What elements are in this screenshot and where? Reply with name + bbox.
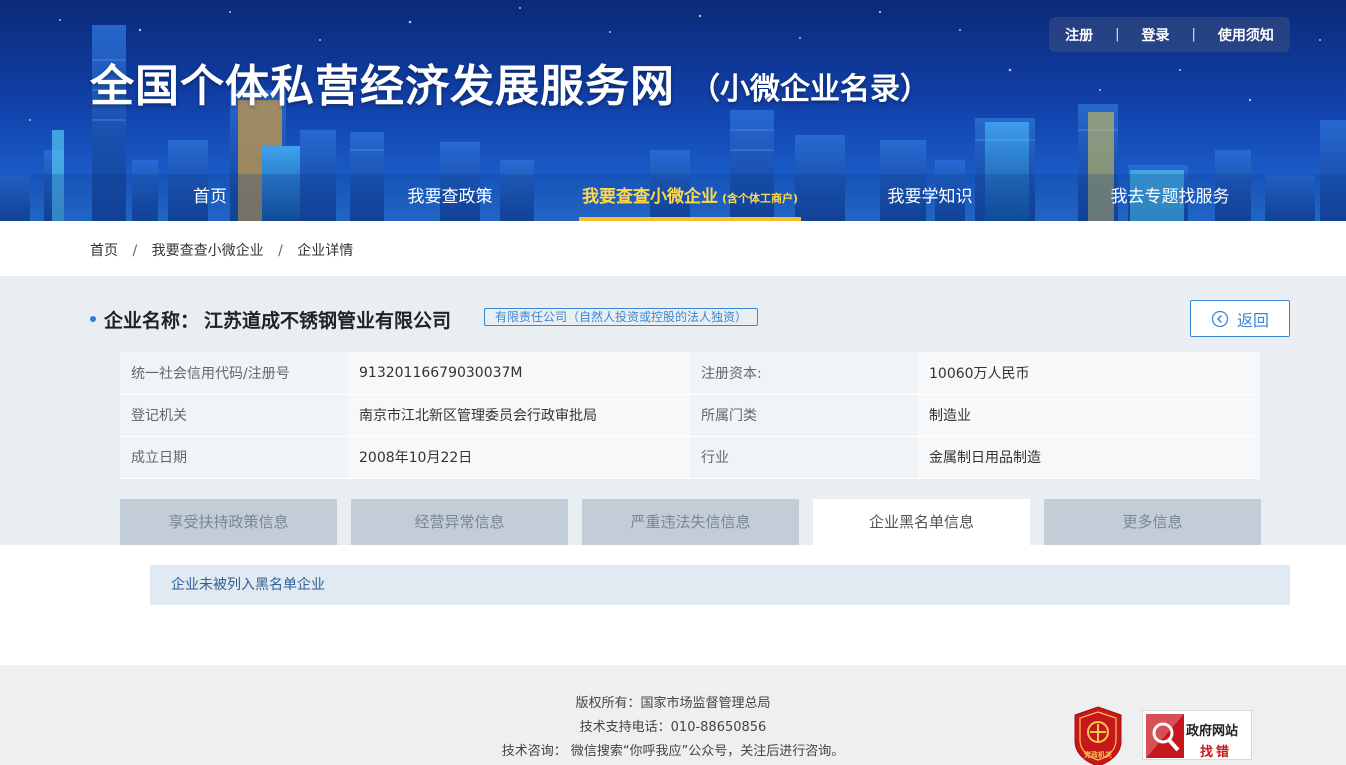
gov-website-error-report[interactable]: 政府网站 找错: [1142, 710, 1252, 760]
industry-label: 行业: [690, 436, 918, 479]
registered-capital-label: 注册资本:: [690, 352, 918, 395]
nav-home[interactable]: 首页: [180, 174, 240, 221]
tab-abnormal-operation[interactable]: 经营异常信息: [351, 499, 568, 545]
site-title: 全国个体私营经济发展服务网: [90, 61, 675, 112]
breadcrumb-separator: /: [132, 243, 138, 259]
nav-enterprise-label: 我要查查小微企业: [581, 187, 718, 207]
category-value: 制造业: [918, 394, 1260, 437]
page: 全国个体私营经济发展服务网 （小微企业名录） 注册 | 登录 | 使用须知 首页…: [0, 0, 1346, 765]
category-label: 所属门类: [690, 394, 918, 437]
table-row: 成立日期 2008年10月22日 行业 金属制日用品制造: [120, 436, 1260, 479]
tab-blacklist[interactable]: 企业黑名单信息: [813, 499, 1030, 545]
credit-code-label: 统一社会信用代码/注册号: [120, 352, 348, 395]
magnifier-icon: [1146, 714, 1184, 758]
party-government-badge-icon[interactable]: 党政机关: [1072, 705, 1124, 765]
registration-authority-label: 登记机关: [120, 394, 348, 437]
site-subtitle: （小微企业名录）: [690, 72, 930, 107]
footer: 版权所有：国家市场监督管理总局 技术支持电话：010-88650856 技术咨询…: [0, 665, 1346, 765]
top-links-bar: 注册 | 登录 | 使用须知: [1049, 17, 1290, 52]
bullet-dot-icon: [90, 316, 96, 322]
tab-more-info[interactable]: 更多信息: [1044, 499, 1261, 545]
nav-knowledge[interactable]: 我要学知识: [880, 174, 980, 221]
company-detail-panel: 企业名称： 江苏道成不锈钢管业有限公司 有限责任公司（自然人投资或控股的法人独资…: [0, 276, 1346, 545]
breadcrumb-current: 企业详情: [297, 243, 354, 259]
blacklist-status-notice: 企业未被列入黑名单企业: [150, 565, 1290, 605]
registration-authority-value: 南京市江北新区管理委员会行政审批局: [348, 394, 690, 437]
nav-special-service[interactable]: 我去专题找服务: [1105, 174, 1235, 221]
breadcrumb-enterprise[interactable]: 我要查查小微企业: [152, 243, 264, 259]
tab-serious-violation[interactable]: 严重违法失信信息: [582, 499, 799, 545]
company-info-table: 统一社会信用代码/注册号 91320116679030037M 注册资本: 10…: [120, 352, 1260, 479]
gov-website-label: 政府网站: [1186, 724, 1239, 739]
header-banner: 全国个体私营经济发展服务网 （小微企业名录） 注册 | 登录 | 使用须知 首页…: [0, 0, 1346, 221]
usage-notice-link[interactable]: 使用须知: [1218, 25, 1274, 45]
link-separator: |: [1115, 27, 1120, 42]
nav-policy[interactable]: 我要查政策: [400, 174, 500, 221]
back-button-label: 返回: [1236, 310, 1269, 330]
company-name: 江苏道成不锈钢管业有限公司: [204, 310, 452, 332]
login-link[interactable]: 登录: [1142, 25, 1170, 45]
breadcrumb-home[interactable]: 首页: [90, 243, 118, 259]
established-date-label: 成立日期: [120, 436, 348, 479]
party-badge-text: 党政机关: [1084, 750, 1112, 759]
registered-capital-value: 10060万人民币: [918, 352, 1260, 395]
company-name-label: 企业名称：: [104, 310, 200, 332]
find-error-label: 找错: [1200, 745, 1233, 760]
footer-copyright: 版权所有：国家市场监督管理总局: [575, 696, 771, 711]
breadcrumb: 首页 / 我要查查小微企业 / 企业详情: [90, 240, 353, 260]
link-separator: |: [1191, 27, 1196, 42]
tab-support-policy[interactable]: 享受扶持政策信息: [120, 499, 337, 545]
table-row: 登记机关 南京市江北新区管理委员会行政审批局 所属门类 制造业: [120, 394, 1260, 437]
company-type-badge: 有限责任公司（自然人投资或控股的法人独资）: [484, 308, 759, 326]
nav-enterprise[interactable]: 我要查查小微企业 (含个体工商户): [579, 174, 801, 221]
back-button[interactable]: 返回: [1190, 300, 1290, 337]
established-date-value: 2008年10月22日: [348, 436, 690, 479]
register-link[interactable]: 注册: [1065, 25, 1093, 45]
main-nav: 首页 我要查政策 我要查查小微企业 (含个体工商户) 我要学知识 我去专题找服务: [0, 174, 1346, 221]
table-row: 统一社会信用代码/注册号 91320116679030037M 注册资本: 10…: [120, 352, 1260, 395]
breadcrumb-separator: /: [278, 243, 283, 259]
nav-enterprise-note: (含个体工商户): [721, 192, 799, 205]
credit-code-value: 91320116679030037M: [348, 352, 690, 395]
back-arrow-icon: [1211, 310, 1229, 327]
industry-value: 金属制日用品制造: [918, 436, 1260, 479]
